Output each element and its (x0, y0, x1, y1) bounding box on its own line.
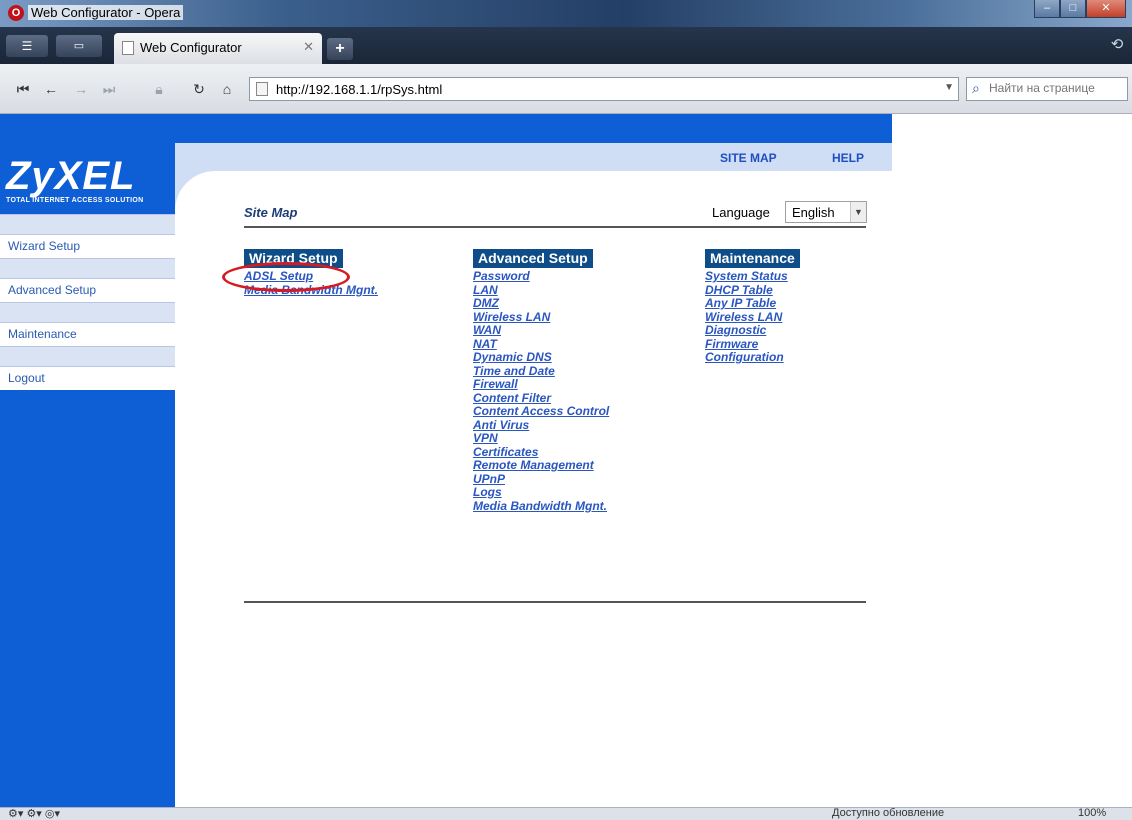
closed-tabs-icon[interactable]: ⟲ (1106, 35, 1128, 57)
sitemap-link[interactable]: Wireless LAN (473, 310, 609, 325)
tab-close-icon[interactable]: ✕ (303, 39, 314, 55)
chevron-down-icon[interactable]: ▼ (944, 82, 954, 93)
menu-icon: ☰ (21, 39, 33, 53)
sidebar-spacer (0, 302, 175, 323)
sitemap-link[interactable]: Content Access Control (473, 404, 609, 419)
zyxel-page: ZyXEL TOTAL INTERNET ACCESS SOLUTION Wiz… (0, 114, 1132, 807)
sidebar: ZyXEL TOTAL INTERNET ACCESS SOLUTION Wiz… (0, 114, 175, 807)
help-link[interactable]: HELP (832, 151, 864, 165)
column-links: Password LAN DMZ Wireless LAN WAN NAT Dynamic … (473, 269, 609, 514)
sitemap-link[interactable]: Media Bandwidth Mgnt. (473, 499, 609, 514)
sitemap-link[interactable]: Dynamic DNS (473, 350, 609, 365)
sitemap-link[interactable]: NAT (473, 337, 609, 352)
sitemap-link[interactable]: Anti Virus (473, 418, 609, 433)
tab-bar: ☰ ▭ Web Configurator ✕ + ⟲ (0, 27, 1132, 64)
home-icon[interactable]: ⌂ (216, 78, 238, 100)
sitemap-link[interactable]: Wireless LAN (705, 310, 800, 325)
divider (244, 226, 866, 228)
sitemap-link[interactable]: System Status (705, 269, 800, 284)
url-text[interactable]: http://192.168.1.1/rpSys.html (276, 82, 442, 97)
page-icon (122, 41, 134, 55)
column-links: System Status DHCP Table Any IP Table Wirel… (705, 269, 800, 365)
window-title: Web Configurator - Opera (28, 5, 184, 20)
column-heading: Advanced Setup (473, 249, 593, 268)
sitemap-link[interactable]: Certificates (473, 445, 609, 460)
page-title: Site Map (244, 205, 298, 220)
highlight-annotation (222, 262, 350, 292)
search-icon[interactable]: ⌕ (972, 80, 980, 97)
sidebar-item-wizard-setup[interactable]: Wizard Setup (0, 235, 175, 258)
content-corner (175, 171, 245, 211)
update-notice[interactable]: Доступно обновление (832, 807, 944, 819)
navigation-bar: ⏮ ← → ⏭ 🔒︎ ↻ ⌂ http://192.168.1.1/rpSys.… (0, 64, 1132, 114)
tab-label: Web Configurator (140, 40, 242, 55)
reload-icon[interactable]: ↻ (188, 78, 210, 100)
panel-toggle-button[interactable]: ▭ (56, 35, 102, 57)
sitemap-link[interactable]: Firewall (473, 377, 609, 392)
back-icon[interactable]: ← (40, 78, 62, 100)
search-box[interactable]: ⌕ (966, 77, 1128, 101)
column-heading: Maintenance (705, 249, 800, 268)
sidebar-item-logout[interactable]: Logout (0, 367, 175, 390)
opera-logo-icon: O (8, 5, 24, 21)
window-titlebar: O Web Configurator - Opera – □ ✕ (0, 0, 1132, 27)
address-bar[interactable]: http://192.168.1.1/rpSys.html ▼ (249, 77, 959, 101)
sitemap-link[interactable]: VPN (473, 431, 609, 446)
page-icon (256, 82, 268, 96)
sitemap-link[interactable]: Diagnostic (705, 323, 800, 338)
sidebar-item-maintenance[interactable]: Maintenance (0, 323, 175, 346)
sitemap-link[interactable]: Logs (473, 485, 609, 500)
sitemap-link[interactable]: WAN (473, 323, 609, 338)
sitemap-link[interactable]: DMZ (473, 296, 609, 311)
forward-icon[interactable]: → (70, 78, 92, 100)
maximize-button[interactable]: □ (1060, 0, 1086, 18)
language-value: English (792, 205, 835, 220)
minimize-button[interactable]: – (1034, 0, 1060, 18)
window-controls: – □ ✕ (1034, 0, 1126, 20)
sitemap-link[interactable]: Content Filter (473, 391, 609, 406)
sitemap-link[interactable]: Remote Management (473, 458, 609, 473)
tab-web-configurator[interactable]: Web Configurator ✕ (114, 33, 322, 64)
fast-forward-icon[interactable]: ⏭ (98, 78, 120, 100)
close-window-button[interactable]: ✕ (1086, 0, 1126, 18)
sitemap-link[interactable]: Configuration (705, 350, 800, 365)
new-tab-button[interactable]: + (327, 38, 353, 60)
sitemap-link[interactable]: Password (473, 269, 609, 284)
search-input[interactable] (989, 81, 1125, 95)
sitemap-link[interactable]: Firmware (705, 337, 800, 352)
sitemap-link[interactable]: LAN (473, 283, 609, 298)
sidebar-spacer (0, 258, 175, 279)
logo-tagline: TOTAL INTERNET ACCESS SOLUTION (6, 197, 144, 204)
divider (244, 601, 866, 603)
sidebar-item-advanced-setup[interactable]: Advanced Setup (0, 279, 175, 302)
sidebar-spacer (0, 346, 175, 367)
sitemap-link[interactable]: Time and Date (473, 364, 609, 379)
status-icons[interactable]: ⚙︎▾ ⚙︎▾ ◎▾ (8, 807, 60, 820)
sidebar-spacer (0, 214, 175, 235)
advanced-setup-column: Advanced Setup Password LAN DMZ Wireless LA… (473, 249, 609, 513)
chevron-down-icon[interactable]: ▼ (850, 202, 866, 222)
opera-menu-button[interactable]: ☰ (6, 35, 48, 57)
maintenance-column: Maintenance System Status DHCP Table Any I… (705, 249, 800, 365)
sitemap-link[interactable]: UPnP (473, 472, 609, 487)
security-icon: 🔒︎ (155, 81, 163, 97)
header-strip (175, 143, 892, 171)
logo-text: ZyXEL (6, 154, 136, 198)
language-select[interactable]: English ▼ (785, 201, 867, 223)
status-bar: ⚙︎▾ ⚙︎▾ ◎▾ Доступно обновление 100% (0, 807, 1132, 820)
sidebar-menu: Wizard Setup Advanced Setup Maintenance … (0, 214, 175, 390)
language-label: Language (712, 205, 770, 220)
sitemap-link[interactable]: Any IP Table (705, 296, 800, 311)
rewind-icon[interactable]: ⏮ (12, 78, 34, 100)
sitemap-link[interactable]: DHCP Table (705, 283, 800, 298)
panel-icon: ▭ (73, 40, 85, 52)
zyxel-logo: ZyXEL TOTAL INTERNET ACCESS SOLUTION (6, 154, 143, 204)
zoom-level[interactable]: 100% (1078, 807, 1106, 819)
site-map-link[interactable]: SITE MAP (720, 151, 777, 165)
